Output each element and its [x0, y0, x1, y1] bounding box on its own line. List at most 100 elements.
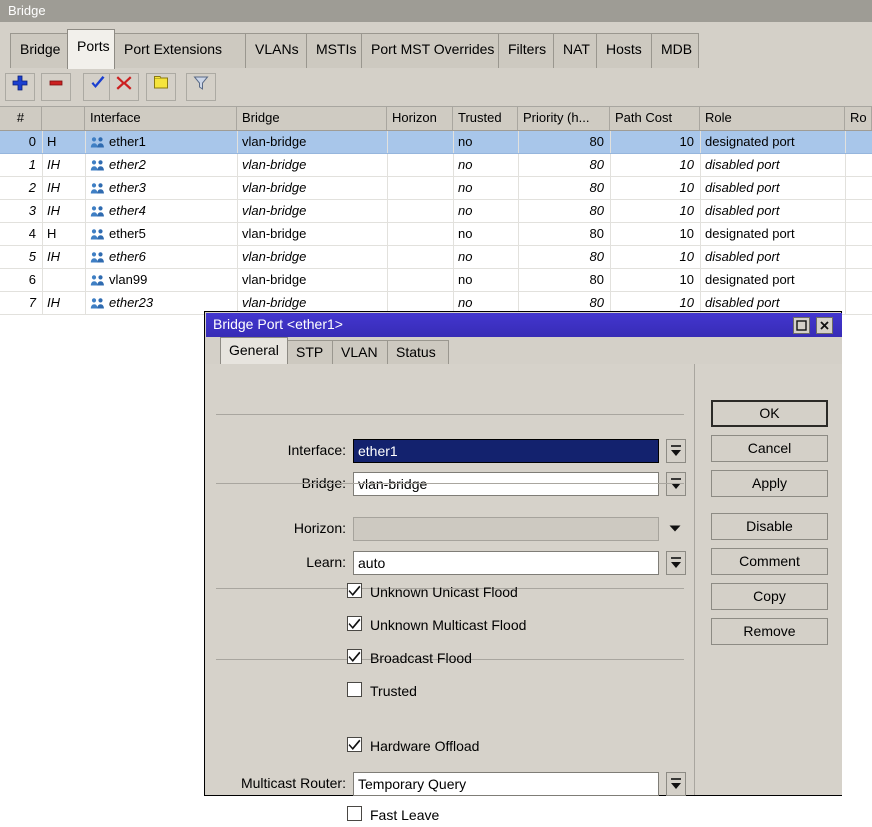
field-label: Multicast Router:	[240, 775, 346, 791]
field-input-learn[interactable]: auto	[353, 551, 659, 575]
column-header-bridge[interactable]: Bridge	[237, 107, 387, 130]
funnel-icon	[187, 74, 215, 92]
tab-ports[interactable]: Ports	[67, 29, 115, 69]
tab-mdb[interactable]: MDB	[651, 33, 699, 68]
field-spinner-0[interactable]	[666, 439, 686, 463]
cell-pathcost: 10	[679, 134, 694, 149]
disable-button[interactable]: Disable	[711, 513, 828, 540]
table-row[interactable]: 0 Hether1 vlan-bridge no 80 10 designated port	[0, 131, 872, 154]
main-toolbar	[0, 68, 872, 106]
table-header-row: # Interface Bridge Horizon Trusted Priority (…	[0, 107, 872, 131]
field-dropdown-arrow-2[interactable]	[666, 517, 686, 541]
table-row[interactable]: 6 vlan99 vlan-bridge no 80 10 designated port	[0, 269, 872, 292]
cell-num: 0	[28, 134, 36, 149]
column-header-flags[interactable]	[42, 107, 85, 130]
cell-num: 3	[28, 203, 36, 218]
check-icon	[84, 74, 112, 92]
dialog-title: Bridge Port <ether1>	[213, 316, 343, 332]
tab-filters[interactable]: Filters	[498, 33, 554, 68]
checkbox-hardware-offload[interactable]	[347, 737, 362, 752]
checkbox-label: Broadcast Flood	[370, 650, 472, 666]
checkbox-unknown-unicast-flood[interactable]	[347, 583, 362, 598]
column-header-root[interactable]: Ro	[845, 107, 872, 130]
cross-icon	[110, 74, 138, 92]
tab-port-mst-overrides[interactable]: Port MST Overrides	[361, 33, 499, 68]
cell-flags	[42, 269, 85, 291]
dialog-tab-label: Status	[396, 344, 436, 360]
tab-hosts[interactable]: Hosts	[596, 33, 652, 68]
plus-icon	[6, 74, 34, 92]
field-input-bridge[interactable]: vlan-bridge	[353, 472, 659, 496]
maximize-button[interactable]	[793, 317, 810, 334]
copy-button[interactable]: Copy	[711, 583, 828, 610]
add-button[interactable]	[5, 73, 35, 101]
field-input-interface[interactable]: ether1	[353, 439, 659, 463]
comment-button[interactable]: Comment	[711, 548, 828, 575]
cell-bridge: vlan-bridge	[242, 272, 307, 287]
cell-flags: H	[47, 226, 57, 241]
cancel-button[interactable]: Cancel	[711, 435, 828, 462]
dialog-tab-stp[interactable]: STP	[287, 340, 333, 364]
cell-interface-label: ether2	[109, 157, 146, 172]
column-header-role[interactable]: Role	[700, 107, 845, 130]
field-input-multicast-router[interactable]: Temporary Query	[353, 772, 659, 796]
dialog-titlebar[interactable]: Bridge Port <ether1>	[206, 313, 842, 337]
checkbox-label: Fast Leave	[370, 807, 440, 823]
field-spinner-4[interactable]	[666, 772, 686, 796]
dialog-tab-general[interactable]: General	[220, 337, 288, 364]
cell-role: designated port	[705, 134, 795, 149]
close-button[interactable]	[816, 317, 833, 334]
check-icon	[348, 618, 361, 633]
cell-trusted: no	[458, 180, 473, 195]
tab-vlans[interactable]: VLANs	[245, 33, 307, 68]
remove-button[interactable]: Remove	[711, 618, 828, 645]
table-row[interactable]: 4 Hether5 vlan-bridge no 80 10 designated port	[0, 223, 872, 246]
field-spinner-3[interactable]	[666, 551, 686, 575]
form-separator-2	[216, 483, 684, 484]
dialog-tab-status[interactable]: Status	[387, 340, 449, 364]
checkbox-fast-leave[interactable]	[347, 806, 362, 821]
cell-root	[845, 269, 872, 291]
column-header-trusted[interactable]: Trusted	[453, 107, 518, 130]
cell-pathcost: 10	[679, 272, 694, 287]
cell-interface-label: ether23	[109, 295, 154, 310]
column-header-horizon[interactable]: Horizon	[387, 107, 453, 130]
table-row[interactable]: 2 IH ether3 vlan-bridge no 80 10 disabled port	[0, 177, 872, 200]
cell-priority: 80	[589, 226, 604, 241]
checkbox-trusted[interactable]	[347, 682, 362, 697]
network-interface-icon	[90, 181, 105, 195]
field-input-horizon[interactable]	[353, 517, 659, 541]
note-icon	[147, 74, 175, 92]
table-row[interactable]: 3 IH ether4 vlan-bridge no 80 10 disabled port	[0, 200, 872, 223]
cell-bridge: vlan-bridge	[242, 157, 307, 172]
dialog-tab-vlan[interactable]: VLAN	[332, 340, 388, 364]
tab-nat[interactable]: NAT	[553, 33, 597, 68]
checkbox-broadcast-flood[interactable]	[347, 649, 362, 664]
cell-flags: H	[47, 134, 57, 149]
cell-trusted: no	[458, 226, 473, 241]
cell-interface-label: ether6	[109, 249, 146, 264]
tab-port-extensions[interactable]: Port Extensions	[114, 33, 246, 68]
table-row[interactable]: 5 IH ether6 vlan-bridge no 80 10 disabled port	[0, 246, 872, 269]
disable-button[interactable]	[109, 73, 139, 101]
tab-mstis[interactable]: MSTIs	[306, 33, 362, 68]
column-header-priority[interactable]: Priority (h...	[518, 107, 610, 130]
checkbox-unknown-multicast-flood[interactable]	[347, 616, 362, 631]
cell-priority: 80	[589, 134, 604, 149]
ok-button[interactable]: OK	[711, 400, 828, 427]
cell-root	[845, 223, 872, 245]
cell-role: disabled port	[705, 157, 780, 172]
tab-bridge[interactable]: Bridge	[10, 33, 68, 68]
cell-interface-label: ether3	[109, 180, 146, 195]
table-row[interactable]: 1 IH ether2 vlan-bridge no 80 10 disabled port	[0, 154, 872, 177]
filter-button[interactable]	[186, 73, 216, 101]
column-header-pathcost[interactable]: Path Cost	[610, 107, 700, 130]
apply-button[interactable]: Apply	[711, 470, 828, 497]
cell-horizon	[387, 131, 453, 153]
comment-button[interactable]	[146, 73, 176, 101]
column-header-num[interactable]: #	[0, 107, 42, 130]
column-header-interface[interactable]: Interface	[85, 107, 237, 130]
cell-bridge: vlan-bridge	[242, 249, 307, 264]
field-spinner-1[interactable]	[666, 472, 686, 496]
remove-button[interactable]	[41, 73, 71, 101]
